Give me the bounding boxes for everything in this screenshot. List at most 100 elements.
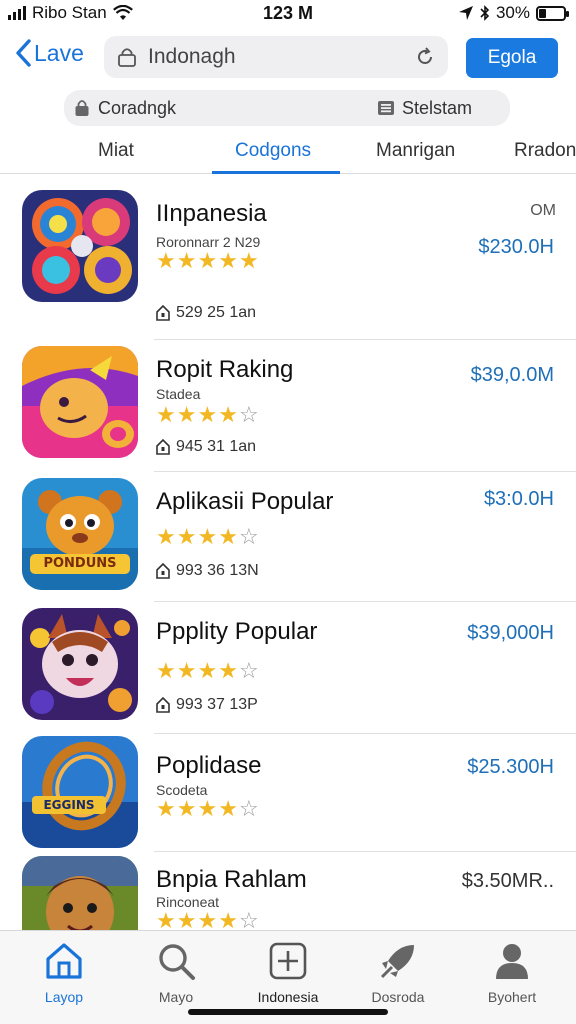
- bluetooth-icon: [480, 5, 490, 21]
- lock-icon: [75, 100, 89, 116]
- star-icon: ☆: [238, 908, 260, 930]
- star-icon: ★: [197, 402, 219, 427]
- bottom-nav-label: Layop: [44, 989, 84, 1005]
- downloads: 529 25 1an: [156, 304, 256, 322]
- bottom-nav-1[interactable]: Mayo: [128, 939, 224, 1005]
- home-indicator: [188, 1009, 388, 1015]
- rating-stars: ★★★★☆: [156, 796, 260, 822]
- star-icon: ★: [156, 908, 177, 930]
- signal-icon: [8, 6, 26, 20]
- app-icon: [22, 608, 138, 720]
- star-icon: ★: [176, 524, 198, 549]
- rating-stars: ★★★★☆: [156, 908, 260, 930]
- star-icon: ★: [218, 524, 239, 549]
- tab-1[interactable]: Codgons: [235, 140, 311, 162]
- tab-bar: Miat Codgons Manrigan Rradon: [0, 134, 576, 174]
- app-icon: [22, 856, 138, 930]
- app-icon: PONDUNS: [22, 478, 138, 590]
- search-input[interactable]: Indonagh: [104, 36, 448, 78]
- nav-row: Lave Indonagh Egola: [0, 34, 576, 80]
- app-title: Poplidase: [156, 752, 262, 779]
- star-icon: ★: [156, 402, 177, 427]
- star-icon: ★: [197, 248, 219, 273]
- profile-icon: [496, 944, 528, 979]
- bottom-nav-label: Dosroda: [371, 989, 425, 1005]
- search-value: Indonagh: [148, 45, 236, 68]
- list-item[interactable]: PONDUNS Aplikasii Popular ★★★★☆ 993 36 1…: [0, 472, 576, 602]
- filter-right[interactable]: Stelstam: [377, 97, 472, 119]
- list-item[interactable]: Ppplity Popular ★★★★☆ 993 37 13P $39,000…: [0, 602, 576, 734]
- app-title: Bnpia Rahlam: [156, 866, 307, 893]
- star-icon: ★: [176, 796, 198, 821]
- back-label: Lave: [34, 39, 84, 66]
- filter-left[interactable]: Coradngk: [74, 98, 176, 119]
- app-icon: [22, 190, 138, 302]
- price[interactable]: $230.0H: [478, 236, 554, 259]
- star-icon: ★: [197, 524, 219, 549]
- star-icon: ★: [176, 248, 198, 273]
- list-item[interactable]: IInpanesia Roronnarr 2 N29 ★★★★★ 529 25 …: [0, 176, 576, 340]
- icon-text: PONDUNS: [43, 556, 117, 571]
- primary-button[interactable]: Egola: [466, 38, 558, 78]
- star-icon: ★: [176, 658, 198, 683]
- price[interactable]: $39,000H: [467, 622, 554, 645]
- downloads: 993 36 13N: [156, 562, 259, 580]
- star-icon: ★: [156, 524, 177, 549]
- star-icon: ★: [156, 248, 177, 273]
- list-item[interactable]: Ropit Raking Stadea ★★★★☆ 945 31 1an $39…: [0, 340, 576, 472]
- tab-3[interactable]: Rradon: [514, 140, 576, 162]
- star-icon: ★: [238, 248, 260, 273]
- star-icon: ★: [218, 796, 239, 821]
- back-button[interactable]: Lave: [14, 38, 84, 68]
- home-icon: [46, 943, 82, 979]
- tab-0[interactable]: Miat: [98, 140, 134, 162]
- search-icon: [159, 944, 195, 980]
- filter-left-label: Coradngk: [98, 97, 177, 118]
- status-right: 30%: [458, 3, 569, 23]
- lock-icon: [118, 48, 136, 67]
- download-icon: [156, 697, 170, 713]
- app-subtitle: Stadea: [156, 386, 201, 402]
- battery-percent: 30%: [495, 3, 530, 22]
- star-icon: ★: [156, 796, 177, 821]
- star-icon: ★: [218, 248, 239, 273]
- price[interactable]: $3.50MR..: [462, 870, 554, 893]
- price[interactable]: $39,0.0M: [471, 364, 554, 387]
- bottom-nav-label: Byohert: [487, 989, 537, 1005]
- chevron-left-icon: [16, 39, 31, 67]
- app-tag: OM: [530, 202, 556, 219]
- app-icon: EGGINS: [22, 736, 138, 848]
- filter-bar: Coradngk Stelstam: [64, 90, 510, 126]
- star-icon: ★: [156, 658, 177, 683]
- list-item[interactable]: EGGINS Poplidase Scodeta ★★★★☆ $25.300H: [0, 734, 576, 852]
- star-icon: ★: [197, 796, 219, 821]
- star-icon: ★: [176, 402, 198, 427]
- download-icon: [156, 563, 170, 579]
- bottom-nav-0[interactable]: Layop: [16, 939, 112, 1005]
- star-icon: ☆: [238, 796, 260, 821]
- price[interactable]: $25.300H: [467, 756, 554, 779]
- star-icon: ☆: [238, 658, 260, 683]
- rating-stars: ★★★★☆: [156, 658, 260, 684]
- list-item[interactable]: Bnpia Rahlam Rinconeat ★★★★☆ $3.50MR..: [0, 852, 576, 930]
- carrier-label: Ribo Stan: [32, 3, 107, 22]
- tab-underline: [212, 171, 340, 174]
- star-icon: ★: [218, 402, 239, 427]
- app-icon: [22, 346, 138, 458]
- downloads-value: 529 25 1an: [176, 304, 257, 321]
- downloads-value: 945 31 1an: [176, 438, 257, 455]
- filter-right-label: Stelstam: [401, 97, 472, 118]
- star-icon: ☆: [238, 402, 260, 427]
- app-title: Ppplity Popular: [156, 618, 318, 645]
- refresh-icon[interactable]: [414, 46, 436, 68]
- bottom-nav-2[interactable]: Indonesia: [240, 939, 336, 1005]
- rocket-icon: [380, 945, 414, 979]
- price[interactable]: $3:0.0H: [484, 488, 554, 511]
- status-time: 123 M: [262, 2, 314, 23]
- status-bar: Ribo Stan 123 M 30%: [0, 0, 576, 26]
- tab-2[interactable]: Manrigan: [376, 140, 455, 162]
- downloads: 993 37 13P: [156, 696, 258, 714]
- bottom-nav-4[interactable]: Byohert: [464, 939, 560, 1005]
- star-icon: ★: [218, 658, 239, 683]
- bottom-nav-3[interactable]: Dosroda: [350, 939, 446, 1005]
